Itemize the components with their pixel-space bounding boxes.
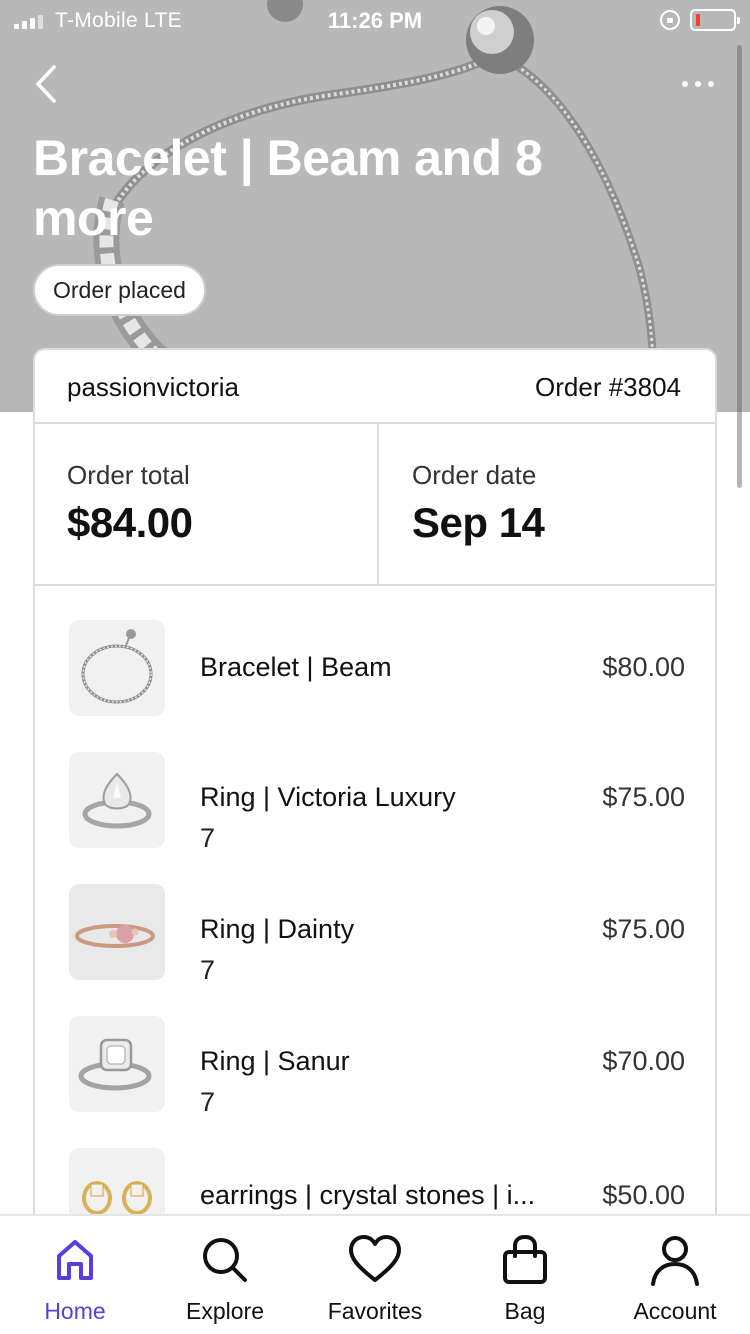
chevron-left-icon: [36, 65, 56, 103]
heart-icon: [349, 1235, 401, 1282]
bag-icon: [503, 1234, 547, 1284]
item-name: Bracelet | Beam: [200, 652, 392, 682]
item-size: 7: [200, 955, 216, 985]
status-bar: T-Mobile LTE 11:26 PM: [0, 0, 750, 40]
item-name: Ring | Victoria Luxury: [200, 782, 456, 812]
tab-explore[interactable]: Explore: [150, 1216, 300, 1334]
item-name: earrings | crystal stones | i...: [200, 1180, 536, 1210]
home-icon: [57, 1240, 93, 1280]
item-thumbnail-pear-ring: [69, 752, 165, 848]
order-card: passionvictoria Order #3804 Order total …: [33, 348, 717, 1248]
item-name: Ring | Sanur: [200, 1046, 350, 1076]
order-summary: Order total $84.00 Order date Sep 14: [35, 424, 715, 586]
tab-label: Bag: [504, 1298, 546, 1324]
user-icon: [651, 1236, 699, 1286]
scrollbar[interactable]: [737, 45, 742, 488]
tab-home[interactable]: Home: [0, 1216, 150, 1334]
search-icon: [203, 1238, 247, 1282]
order-header: passionvictoria Order #3804: [35, 350, 715, 424]
list-item[interactable]: Bracelet | Beam $80.00: [35, 620, 715, 752]
item-price: $75.00: [602, 914, 685, 944]
item-name: Ring | Dainty: [200, 914, 355, 944]
item-price: $50.00: [602, 1180, 685, 1210]
bottom-tab-bar: Home Explore Favorites Bag Account: [0, 1214, 750, 1334]
shop-name[interactable]: passionvictoria: [67, 372, 239, 403]
tab-account[interactable]: Account: [600, 1216, 750, 1334]
item-price: $75.00: [602, 782, 685, 812]
item-size: 7: [200, 823, 216, 853]
item-price: $70.00: [602, 1046, 685, 1076]
item-price: $80.00: [602, 652, 685, 682]
list-item[interactable]: Ring | Sanur 7 $70.00: [35, 1016, 715, 1148]
order-total-value: $84.00: [67, 499, 193, 546]
tab-label: Account: [633, 1298, 717, 1324]
order-total-cell: Order total $84.00: [35, 424, 379, 584]
back-button[interactable]: [26, 60, 66, 108]
order-status-badge: Order placed: [33, 264, 206, 316]
item-size: 7: [200, 1087, 216, 1117]
item-thumbnail-cushion-ring: [69, 1016, 165, 1112]
order-number: Order #3804: [535, 372, 681, 402]
tab-label: Favorites: [327, 1298, 423, 1324]
tab-bag[interactable]: Bag: [450, 1216, 600, 1334]
tab-label: Explore: [186, 1298, 264, 1324]
tab-favorites[interactable]: Favorites: [300, 1216, 450, 1334]
orientation-lock-icon: [660, 10, 680, 30]
page-title: Bracelet | Beam and 8 more: [33, 130, 543, 246]
more-options-button[interactable]: [670, 64, 726, 104]
battery-icon: [690, 9, 740, 31]
more-horizontal-icon: [682, 81, 688, 87]
tab-label: Home: [44, 1298, 106, 1324]
clock: 11:26 PM: [327, 8, 423, 33]
order-total-label: Order total: [67, 460, 190, 490]
item-thumbnail-bracelet: [69, 620, 165, 716]
order-date-value: Sep 14: [412, 499, 545, 546]
list-item[interactable]: Ring | Victoria Luxury 7 $75.00: [35, 752, 715, 884]
list-item[interactable]: Ring | Dainty 7 $75.00: [35, 884, 715, 1016]
item-thumbnail-rose-ring: [69, 884, 165, 980]
order-date-label: Order date: [412, 460, 537, 490]
order-date-cell: Order date Sep 14: [379, 424, 715, 584]
